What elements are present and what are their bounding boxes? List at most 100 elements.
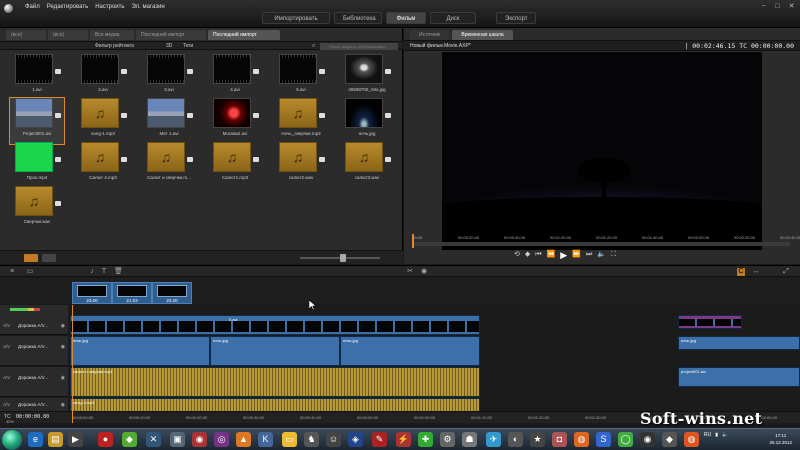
media-item[interactable]: ночь.jpg: [340, 98, 394, 144]
app-icon[interactable]: ⚙: [440, 432, 455, 447]
trash-icon[interactable]: 🗑: [114, 268, 123, 276]
magnet-icon[interactable]: C: [737, 268, 745, 276]
app-icon[interactable]: ●: [98, 432, 113, 447]
pinnacle-taskbar-icon[interactable]: ◉: [640, 432, 655, 447]
media-item[interactable]: Project001.avi: [9, 97, 65, 145]
track-header[interactable]: A/V Дорожка A/V... ◉: [0, 336, 68, 366]
location-tab[interactable]: (все): [6, 30, 46, 40]
timeline-clip[interactable]: ночь.jpg: [70, 336, 210, 366]
media-item[interactable]: ♫ Ночь_сверчки.mp3: [274, 98, 328, 144]
media-item[interactable]: ♫ song-1.mp3: [76, 98, 130, 144]
to-end-icon[interactable]: ⏭: [586, 251, 592, 259]
media-item[interactable]: 5.avi: [274, 54, 328, 100]
timeline-clip[interactable]: 5.avi: [70, 315, 480, 335]
filter-3d[interactable]: 3D: [166, 43, 172, 49]
location-tab[interactable]: Последний импорт: [208, 30, 280, 40]
loop-icon[interactable]: ⟲: [514, 251, 520, 259]
tag-icon[interactable]: [319, 69, 325, 74]
timeline-clip[interactable]: project001.avi: [678, 367, 800, 387]
track-header[interactable]: A/V Дорожка A/V... ◉: [0, 398, 68, 412]
preview-scrub-bar[interactable]: [412, 242, 790, 246]
storyboard-clip[interactable]: 23.00: [72, 282, 112, 304]
tag-icon[interactable]: [319, 157, 325, 162]
video-preview[interactable]: [442, 52, 762, 250]
app-icon[interactable]: ▭: [282, 432, 297, 447]
media-item[interactable]: ♫ Салют1.mp3: [208, 142, 262, 188]
tag-icon[interactable]: [121, 69, 127, 74]
app-icon[interactable]: ◉: [192, 432, 207, 447]
storyboard-clip[interactable]: 23.20: [152, 282, 192, 304]
timeline-clip[interactable]: [678, 315, 742, 329]
preview-playhead[interactable]: [412, 234, 414, 248]
media-item[interactable]: ♫ салют3.wav: [340, 142, 394, 188]
media-item[interactable]: 49698700_n8o.jpg: [340, 54, 394, 100]
media-item[interactable]: Прох.mp4: [10, 142, 64, 188]
media-item[interactable]: ♫ Сверчки.wav: [10, 186, 64, 232]
rating-filter[interactable]: Фильтр рейтинга: [95, 43, 134, 49]
audio-icon[interactable]: ♪: [88, 268, 96, 276]
app-icon[interactable]: ◎: [214, 432, 229, 447]
media-item[interactable]: 2.avi: [76, 54, 130, 100]
folder-icon[interactable]: ▤: [48, 432, 63, 447]
app-icon[interactable]: ☺: [326, 432, 341, 447]
media-item[interactable]: 4.avi: [208, 54, 262, 100]
tab-import[interactable]: Импортировать: [262, 12, 330, 24]
trim-icon[interactable]: ↔: [752, 268, 760, 276]
text-icon[interactable]: T: [100, 268, 108, 276]
media-item[interactable]: 3.avi: [142, 54, 196, 100]
track-header[interactable]: A/V Дорожка A/V... ◉: [0, 315, 68, 335]
fullscreen-icon[interactable]: ⛶: [611, 251, 616, 259]
network-icon[interactable]: ▮: [715, 432, 718, 438]
start-button[interactable]: [2, 430, 22, 450]
tab-export[interactable]: Экспорт: [496, 12, 536, 24]
tab-movie[interactable]: Фильм: [386, 12, 426, 24]
expand-icon[interactable]: ⤢: [782, 268, 790, 276]
filter-tags[interactable]: Теги: [183, 43, 193, 49]
tag-icon[interactable]: [385, 69, 391, 74]
track-header[interactable]: A/V Дорожка A/V... ◉: [0, 367, 68, 397]
eye-icon[interactable]: ◉: [61, 323, 65, 329]
tag-icon[interactable]: [253, 113, 259, 118]
app-icon[interactable]: ★: [530, 432, 545, 447]
language-indicator[interactable]: RU: [704, 432, 711, 438]
audio-clip[interactable]: салют и сверчки.mp3: [70, 367, 480, 397]
media-item[interactable]: 1.avi: [10, 54, 64, 100]
audio-clip[interactable]: song-1.mp3: [70, 398, 480, 412]
volume-tray-icon[interactable]: 🔈: [722, 432, 728, 438]
app-icon[interactable]: ✈: [486, 432, 501, 447]
ie-icon[interactable]: e: [28, 432, 43, 447]
app-icon[interactable]: S: [596, 432, 611, 447]
tag-icon[interactable]: [121, 157, 127, 162]
grid-view-button[interactable]: [24, 254, 38, 262]
tab-disc[interactable]: Диск: [430, 12, 476, 24]
app-icon[interactable]: ♞: [304, 432, 319, 447]
marker-icon[interactable]: ◉: [420, 268, 428, 276]
maximize-icon[interactable]: □: [773, 3, 782, 11]
app-icon[interactable]: ✕: [146, 432, 161, 447]
app-icon[interactable]: ✚: [418, 432, 433, 447]
media-item[interactable]: Мет 1.avi: [142, 98, 196, 144]
app-icon[interactable]: ▣: [170, 432, 185, 447]
tag-icon[interactable]: [187, 113, 193, 118]
tag-icon[interactable]: [253, 69, 259, 74]
tag-icon[interactable]: [55, 201, 61, 206]
tab-timeline[interactable]: Временная шкала: [452, 30, 513, 40]
app-icon[interactable]: ◯: [618, 432, 633, 447]
tag-icon[interactable]: [55, 157, 61, 162]
jog-icon[interactable]: ◆: [525, 251, 530, 259]
menu-store[interactable]: Эл. магазин: [132, 4, 165, 10]
timeline-playhead[interactable]: [72, 305, 73, 423]
tag-icon[interactable]: [55, 113, 61, 118]
media-item[interactable]: ♫ салют2.wav: [274, 142, 328, 188]
to-start-icon[interactable]: ⏮: [535, 251, 541, 259]
volume-icon[interactable]: 🔈: [597, 251, 606, 259]
menu-edit[interactable]: Редактировать: [47, 4, 88, 10]
tag-icon[interactable]: [253, 157, 259, 162]
tag-icon[interactable]: [187, 69, 193, 74]
tag-icon[interactable]: [187, 157, 193, 162]
menu-setup[interactable]: Настроить: [95, 4, 124, 10]
firefox-icon[interactable]: ◍: [684, 432, 699, 447]
app-icon[interactable]: ◘: [552, 432, 567, 447]
app-icon[interactable]: ⚡: [396, 432, 411, 447]
eye-icon[interactable]: ◉: [61, 344, 65, 350]
